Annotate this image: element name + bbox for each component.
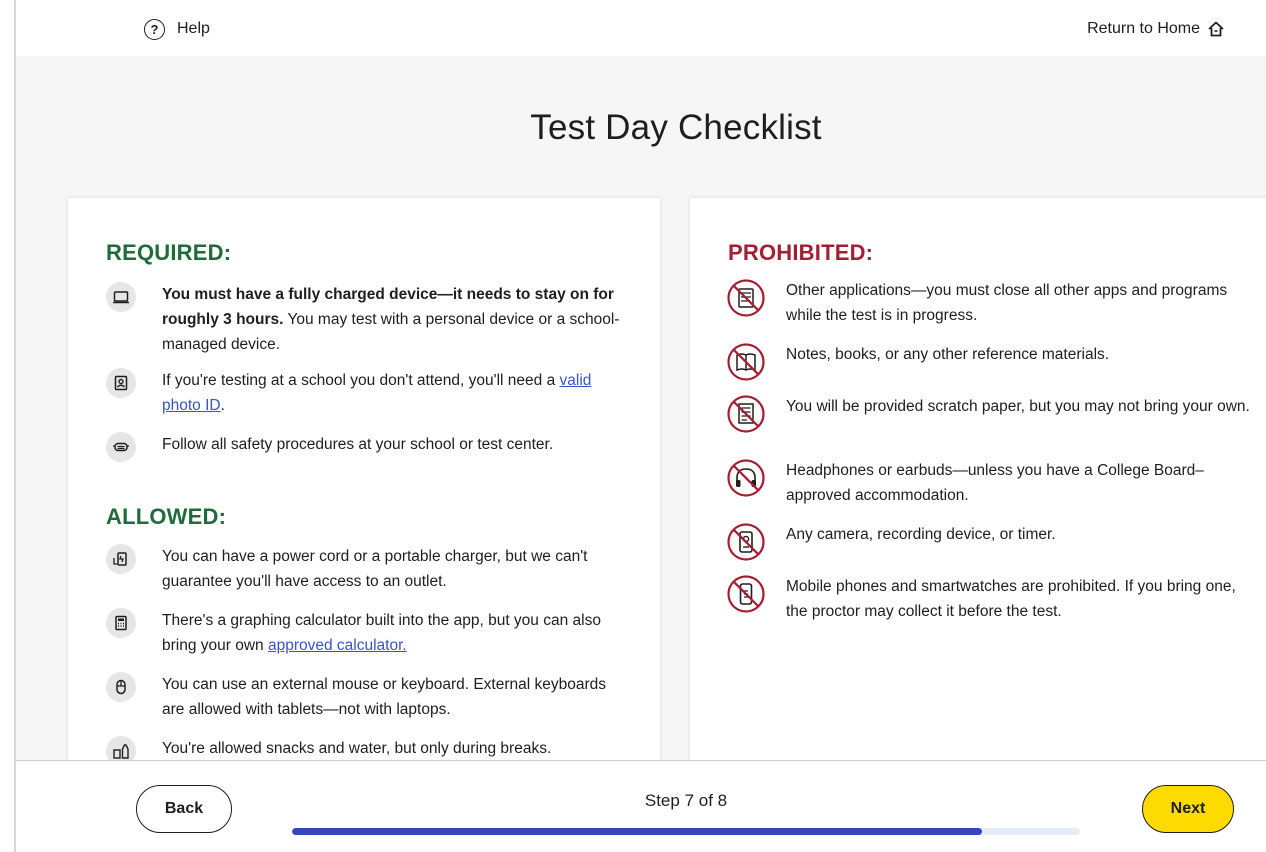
help-label: Help — [177, 20, 210, 37]
allowed-heading: ALLOWED: — [106, 504, 227, 529]
progress-fill — [292, 828, 982, 835]
required-allowed-card: REQUIRED: You must have a fully charged … — [68, 198, 660, 760]
required-item-device: You must have a fully charged device—it … — [106, 282, 626, 357]
allowed-item-text: You can have a power cord or a portable … — [162, 548, 588, 590]
laptop-icon — [106, 282, 136, 312]
face-mask-icon — [106, 432, 136, 462]
prohibited-item-apps: Other applications—you must close all ot… — [726, 278, 1256, 328]
allowed-item-snacks: You're allowed snacks and water, but onl… — [106, 736, 626, 760]
prohibited-item-text: You will be provided scratch paper, but … — [786, 398, 1250, 415]
help-icon: ? — [144, 18, 165, 40]
prohibited-item-text: Headphones or earbuds—unless you have a … — [786, 462, 1204, 504]
required-item-safety: Follow all safety procedures at your sch… — [106, 432, 626, 462]
required-item-rest: If you're testing at a school you don't … — [162, 372, 560, 389]
progress-bar — [292, 828, 1080, 835]
allowed-item-charger: You can have a power cord or a portable … — [106, 544, 626, 594]
page-title: Test Day Checklist — [530, 108, 822, 147]
no-phone-icon — [726, 574, 766, 614]
approved-calculator-link[interactable]: approved calculator. — [268, 637, 407, 654]
prohibited-item-books: Notes, books, or any other reference mat… — [726, 342, 1256, 382]
allowed-item-text: You can use an external mouse or keyboar… — [162, 676, 607, 718]
back-button[interactable]: Back — [136, 785, 232, 833]
mouse-icon — [106, 672, 136, 702]
no-apps-icon — [726, 278, 766, 318]
prohibited-item-text: Mobile phones and smartwatches are prohi… — [786, 578, 1236, 620]
allowed-item-text: There's a graphing calculator built into… — [162, 608, 626, 658]
allowed-item-calculator: There's a graphing calculator built into… — [106, 608, 626, 658]
required-item-after: . — [220, 397, 225, 414]
prohibited-item-phone: Mobile phones and smartwatches are prohi… — [726, 574, 1256, 624]
prohibited-item-text: Any camera, recording device, or timer. — [786, 526, 1056, 543]
prohibited-item-text: Notes, books, or any other reference mat… — [786, 346, 1110, 363]
prohibited-item-camera: Any camera, recording device, or timer. — [726, 522, 1256, 562]
home-icon — [1208, 21, 1224, 37]
id-card-icon — [106, 368, 136, 398]
no-camera-icon — [726, 522, 766, 562]
return-home-link[interactable]: Return to Home — [1087, 16, 1226, 42]
top-bar: ? Help Return to Home — [16, 0, 1266, 56]
charger-icon — [106, 544, 136, 574]
prohibited-item-text: Other applications—you must close all ot… — [786, 282, 1228, 324]
no-paper-icon — [726, 394, 766, 434]
snacks-icon — [106, 736, 136, 760]
required-item-text: Follow all safety procedures at your sch… — [162, 436, 554, 453]
prohibited-item-headphones: Headphones or earbuds—unless you have a … — [726, 458, 1256, 508]
required-item-photo-id: If you're testing at a school you don't … — [106, 368, 626, 418]
no-headphones-icon — [726, 458, 766, 498]
footer-nav: Back Step 7 of 8 Next — [16, 760, 1266, 852]
next-button[interactable]: Next — [1142, 785, 1234, 833]
allowed-item-text: You're allowed snacks and water, but onl… — [162, 740, 552, 757]
required-item-text: You must have a fully charged device—it … — [162, 282, 626, 357]
prohibited-card: PROHIBITED: Other applications—you must … — [690, 198, 1266, 760]
help-button[interactable]: ? Help — [144, 16, 210, 42]
no-books-icon — [726, 342, 766, 382]
allowed-item-mouse: You can use an external mouse or keyboar… — [106, 672, 626, 722]
prohibited-item-paper: You will be provided scratch paper, but … — [726, 394, 1256, 434]
prohibited-heading: PROHIBITED: — [728, 240, 874, 265]
required-item-text: If you're testing at a school you don't … — [162, 368, 626, 418]
required-heading: REQUIRED: — [106, 240, 232, 265]
return-home-label: Return to Home — [1087, 20, 1200, 37]
main-content: Test Day Checklist REQUIRED: You must ha… — [16, 56, 1266, 760]
calculator-icon — [106, 608, 136, 638]
step-indicator: Step 7 of 8 — [644, 791, 728, 810]
